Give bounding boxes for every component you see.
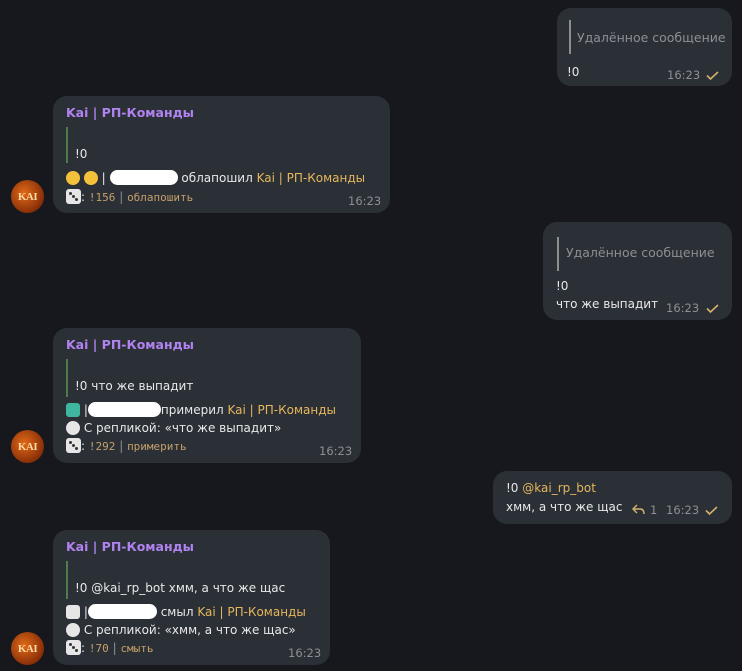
tongue-emoji-icon	[66, 171, 80, 185]
message-time: 16:23	[288, 646, 322, 660]
sender-name[interactable]: Kai | РП-Команды	[66, 337, 194, 353]
read-check-icon	[705, 506, 718, 515]
dress-emoji-icon	[66, 403, 80, 417]
message-text-prefix: !0	[506, 481, 523, 495]
message-text: !0 @kai_rp_bot хмм, а что же щас	[75, 581, 286, 595]
remark-line: С репликой: «хмм, а что же щас»	[66, 622, 296, 638]
toilet-emoji-icon	[66, 605, 80, 619]
command-counter[interactable]: !156	[89, 191, 116, 204]
command-counter[interactable]: !292	[89, 440, 116, 453]
reply-quote-bar	[569, 20, 571, 54]
separator: |	[119, 190, 124, 204]
action-verb: примерил	[160, 403, 224, 417]
separator: |	[112, 641, 117, 655]
laughing-emoji-icon	[83, 171, 98, 185]
target-link[interactable]: Kai | РП-Команды	[228, 403, 337, 417]
command-name[interactable]: облапошить	[127, 191, 193, 204]
avatar-text: KAI	[17, 642, 38, 655]
action-line: | примерил Kai | РП-Команды	[66, 402, 336, 418]
command-name[interactable]: примерить	[127, 440, 187, 453]
message-bubble-outgoing[interactable]: Удалённое сообщение !0 16:23	[557, 8, 732, 86]
message-text: !0 что же выпадит	[75, 379, 194, 393]
message-bubble-incoming[interactable]: Kai | РП-Команды !0 что же выпадит | прим…	[53, 328, 361, 463]
separator: |	[101, 171, 106, 185]
reply-quote-bar	[66, 127, 68, 163]
message-text-line: !0	[556, 279, 569, 293]
dice-icon	[66, 189, 81, 204]
speech-bubble-icon	[66, 623, 80, 637]
reply-quote-bar	[557, 237, 559, 271]
message-time: 16:23	[667, 68, 701, 82]
message-bubble-incoming[interactable]: Kai | РП-Команды !0 | облапошил Kai | РП…	[53, 96, 390, 213]
remark-text: С репликой: «хмм, а что же щас»	[83, 623, 296, 637]
command-line: : !292 | примерить	[66, 438, 187, 455]
bot-avatar[interactable]: KAI	[11, 430, 44, 463]
action-verb: облапошил	[181, 171, 253, 185]
separator: |	[119, 439, 124, 453]
command-name[interactable]: смыть	[120, 642, 153, 655]
bot-mention-link[interactable]: @kai_rp_bot	[522, 481, 596, 495]
bot-avatar[interactable]: KAI	[11, 180, 44, 213]
message-time: 16:23	[348, 194, 382, 208]
read-check-icon	[706, 304, 719, 313]
sender-name[interactable]: Kai | РП-Команды	[66, 539, 194, 555]
message-text: !0	[75, 147, 88, 161]
read-check-icon	[706, 71, 719, 80]
message-bubble-outgoing[interactable]: !0 @kai_rp_bot хмм, а что же щас 1 16:23	[493, 471, 732, 524]
message-time: 16:23	[666, 301, 700, 315]
redacted-username	[87, 604, 157, 619]
message-text: !0	[567, 65, 580, 79]
dice-icon	[66, 640, 81, 655]
command-line: : !70 | смыть	[66, 640, 154, 657]
avatar-text: KAI	[17, 190, 38, 203]
action-line: | облапошил Kai | РП-Команды	[66, 170, 365, 186]
message-bubble-incoming[interactable]: Kai | РП-Команды !0 @kai_rp_bot хмм, а ч…	[53, 530, 330, 665]
remark-text: С репликой: «что же выпадит»	[83, 421, 282, 435]
reply-arrow-icon[interactable]	[632, 504, 645, 515]
reply-quote-bar	[66, 561, 68, 599]
speech-bubble-icon	[66, 421, 80, 435]
target-link[interactable]: Kai | РП-Команды	[197, 605, 306, 619]
redacted-username	[87, 402, 161, 417]
reply-quote-text[interactable]: Удалённое сообщение	[577, 30, 726, 46]
message-time: 16:23	[666, 503, 700, 517]
reply-quote-bar	[66, 359, 68, 397]
sender-name[interactable]: Kai | РП-Команды	[66, 105, 194, 121]
redacted-username	[109, 170, 178, 185]
avatar-text: KAI	[17, 440, 38, 453]
remark-line: С репликой: «что же выпадит»	[66, 420, 281, 436]
dice-icon	[66, 438, 81, 453]
message-text-line: что же выпадит	[556, 297, 659, 311]
bot-avatar[interactable]: KAI	[11, 632, 44, 665]
message-text-line: хмм, а что же щас	[506, 500, 623, 514]
message-text-line: !0 @kai_rp_bot	[506, 480, 596, 496]
action-line: | смыл Kai | РП-Команды	[66, 604, 306, 620]
target-link[interactable]: Kai | РП-Команды	[257, 171, 366, 185]
reply-quote-text[interactable]: Удалённое сообщение	[566, 245, 715, 261]
message-bubble-outgoing[interactable]: Удалённое сообщение !0 что же выпадит 16…	[543, 222, 732, 320]
action-verb: смыл	[160, 605, 194, 619]
command-counter[interactable]: !70	[89, 642, 109, 655]
message-time: 16:23	[319, 444, 353, 458]
reply-count[interactable]: 1	[650, 503, 657, 517]
command-line: : !156 | облапошить	[66, 189, 193, 206]
